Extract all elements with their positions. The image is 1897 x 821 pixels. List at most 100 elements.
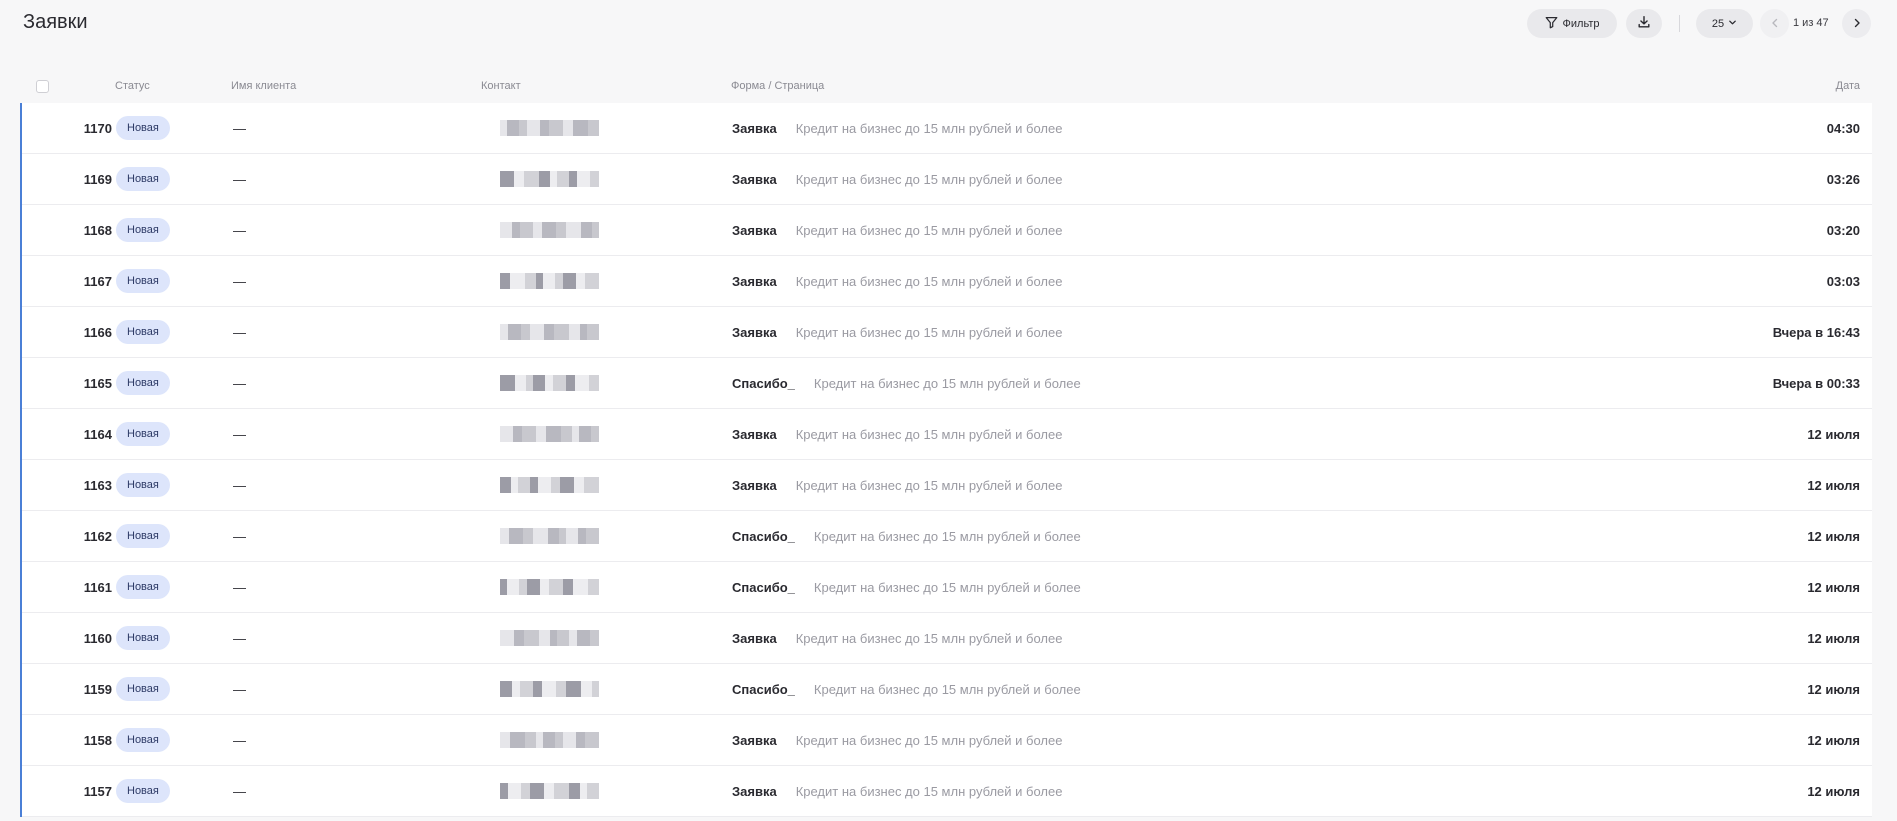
request-id: 1168 (83, 222, 112, 238)
table-row[interactable]: 1168 Новая — Заявка Кредит на бизнес до 15 м… (22, 205, 1872, 256)
select-all-checkbox[interactable] (36, 80, 49, 93)
download-button[interactable] (1626, 9, 1662, 38)
prev-page-button[interactable] (1760, 9, 1789, 38)
table-row[interactable]: 1161 Новая — Спасибо_ Кредит на бизнес до 15… (22, 562, 1872, 613)
page-name: Кредит на бизнес до 15 млн рублей и боле… (813, 579, 1081, 595)
status-badge: Новая (116, 116, 170, 140)
form-name: Заявка (732, 630, 777, 646)
status-cell: Новая (116, 154, 170, 204)
form-page-cell: Спасибо_ Кредит на бизнес до 15 млн рубле… (732, 562, 1081, 612)
client-name: — (233, 171, 246, 187)
page-name: Кредит на бизнес до 15 млн рублей и боле… (795, 171, 1063, 187)
next-page-button[interactable] (1842, 9, 1871, 38)
redacted-blur (478, 528, 620, 544)
request-date: Вчера в 16:43 (1772, 324, 1860, 340)
per-page-select[interactable]: 25 (1696, 9, 1753, 38)
page-name: Кредит на бизнес до 15 млн рублей и боле… (795, 273, 1063, 289)
status-cell: Новая (116, 664, 170, 714)
contact-redacted (478, 358, 620, 408)
status-badge: Новая (116, 218, 170, 242)
chevron-right-icon (1852, 15, 1862, 33)
form-page-cell: Заявка Кредит на бизнес до 15 млн рублей … (732, 766, 1062, 816)
page-name: Кредит на бизнес до 15 млн рублей и боле… (813, 681, 1081, 697)
form-page-cell: Заявка Кредит на бизнес до 15 млн рублей … (732, 307, 1062, 357)
request-id: 1162 (83, 528, 112, 544)
page-name: Кредит на бизнес до 15 млн рублей и боле… (795, 630, 1063, 646)
status-cell: Новая (116, 562, 170, 612)
filter-icon (1545, 16, 1558, 32)
form-page-cell: Заявка Кредит на бизнес до 15 млн рублей … (732, 409, 1062, 459)
form-name: Заявка (732, 477, 777, 493)
status-cell: Новая (116, 613, 170, 663)
form-name: Спасибо_ (732, 579, 795, 595)
request-date: 04:30 (1826, 120, 1860, 136)
table-row[interactable]: 1159 Новая — Спасибо_ Кредит на бизнес до 15… (22, 664, 1872, 715)
contact-redacted (478, 103, 620, 153)
page-title: Заявки (23, 11, 88, 33)
column-status[interactable]: Статус (115, 80, 150, 92)
table-row[interactable]: 1163 Новая — Заявка Кредит на бизнес до 15 м… (22, 460, 1872, 511)
pagination-info: 1 из 47 (1793, 17, 1829, 29)
redacted-blur (478, 222, 620, 238)
column-form[interactable]: Форма / Страница (731, 80, 824, 92)
redacted-blur (478, 681, 620, 697)
redacted-blur (478, 426, 620, 442)
request-date: Вчера в 00:33 (1772, 375, 1860, 391)
redacted-blur (478, 120, 620, 136)
chevron-down-icon (1728, 18, 1737, 30)
column-contact[interactable]: Контакт (481, 80, 521, 92)
page-name: Кредит на бизнес до 15 млн рублей и боле… (795, 120, 1063, 136)
status-badge: Новая (116, 371, 170, 395)
table-row[interactable]: 1169 Новая — Заявка Кредит на бизнес до 15 м… (22, 154, 1872, 205)
table-header: Статус Имя клиента Контакт Форма / Стран… (20, 75, 1872, 103)
status-cell: Новая (116, 715, 170, 765)
contact-redacted (478, 409, 620, 459)
form-name: Спасибо_ (732, 681, 795, 697)
table-row[interactable]: 1167 Новая — Заявка Кредит на бизнес до 15 м… (22, 256, 1872, 307)
request-date: 03:20 (1826, 222, 1860, 238)
column-date[interactable]: Дата (1836, 80, 1860, 92)
table-row[interactable]: 1164 Новая — Заявка Кредит на бизнес до 15 м… (22, 409, 1872, 460)
top-bar: Заявки Фильтр 25 1 из 47 (0, 0, 1897, 46)
table-row[interactable]: 1162 Новая — Спасибо_ Кредит на бизнес до 15… (22, 511, 1872, 562)
client-name: — (233, 630, 246, 646)
status-badge: Новая (116, 626, 170, 650)
status-badge: Новая (116, 269, 170, 293)
client-name: — (233, 681, 246, 697)
form-page-cell: Заявка Кредит на бизнес до 15 млн рублей … (732, 205, 1062, 255)
request-id: 1166 (83, 324, 112, 340)
table-row[interactable]: 1160 Новая — Заявка Кредит на бизнес до 15 м… (22, 613, 1872, 664)
table-row[interactable]: 1165 Новая — Спасибо_ Кредит на бизнес до 15… (22, 358, 1872, 409)
form-page-cell: Спасибо_ Кредит на бизнес до 15 млн рубле… (732, 511, 1081, 561)
status-badge: Новая (116, 779, 170, 803)
request-date: 12 июля (1807, 426, 1860, 442)
filter-button[interactable]: Фильтр (1527, 9, 1617, 38)
redacted-blur (478, 375, 620, 391)
form-name: Заявка (732, 273, 777, 289)
status-cell: Новая (116, 460, 170, 510)
form-page-cell: Заявка Кредит на бизнес до 15 млн рублей … (732, 715, 1062, 765)
status-cell: Новая (116, 766, 170, 816)
request-date: 12 июля (1807, 732, 1860, 748)
contact-redacted (478, 766, 620, 816)
client-name: — (233, 222, 246, 238)
contact-redacted (478, 256, 620, 306)
status-badge: Новая (116, 524, 170, 548)
request-date: 03:03 (1826, 273, 1860, 289)
client-name: — (233, 528, 246, 544)
request-id: 1169 (83, 171, 112, 187)
column-client[interactable]: Имя клиента (231, 80, 296, 92)
chevron-left-icon (1770, 15, 1780, 33)
request-date: 12 июля (1807, 477, 1860, 493)
form-name: Спасибо_ (732, 375, 795, 391)
table-row[interactable]: 1170 Новая — Заявка Кредит на бизнес до 15 м… (22, 103, 1872, 154)
redacted-blur (478, 579, 620, 595)
request-date: 12 июля (1807, 579, 1860, 595)
table-row[interactable]: 1157 Новая — Заявка Кредит на бизнес до 15 м… (22, 766, 1872, 817)
request-id: 1160 (83, 630, 112, 646)
toolbar-divider (1679, 15, 1680, 32)
table-row[interactable]: 1158 Новая — Заявка Кредит на бизнес до 15 м… (22, 715, 1872, 766)
table-row[interactable]: 1166 Новая — Заявка Кредит на бизнес до 15 м… (22, 307, 1872, 358)
form-name: Заявка (732, 783, 777, 799)
request-id: 1157 (83, 783, 112, 799)
